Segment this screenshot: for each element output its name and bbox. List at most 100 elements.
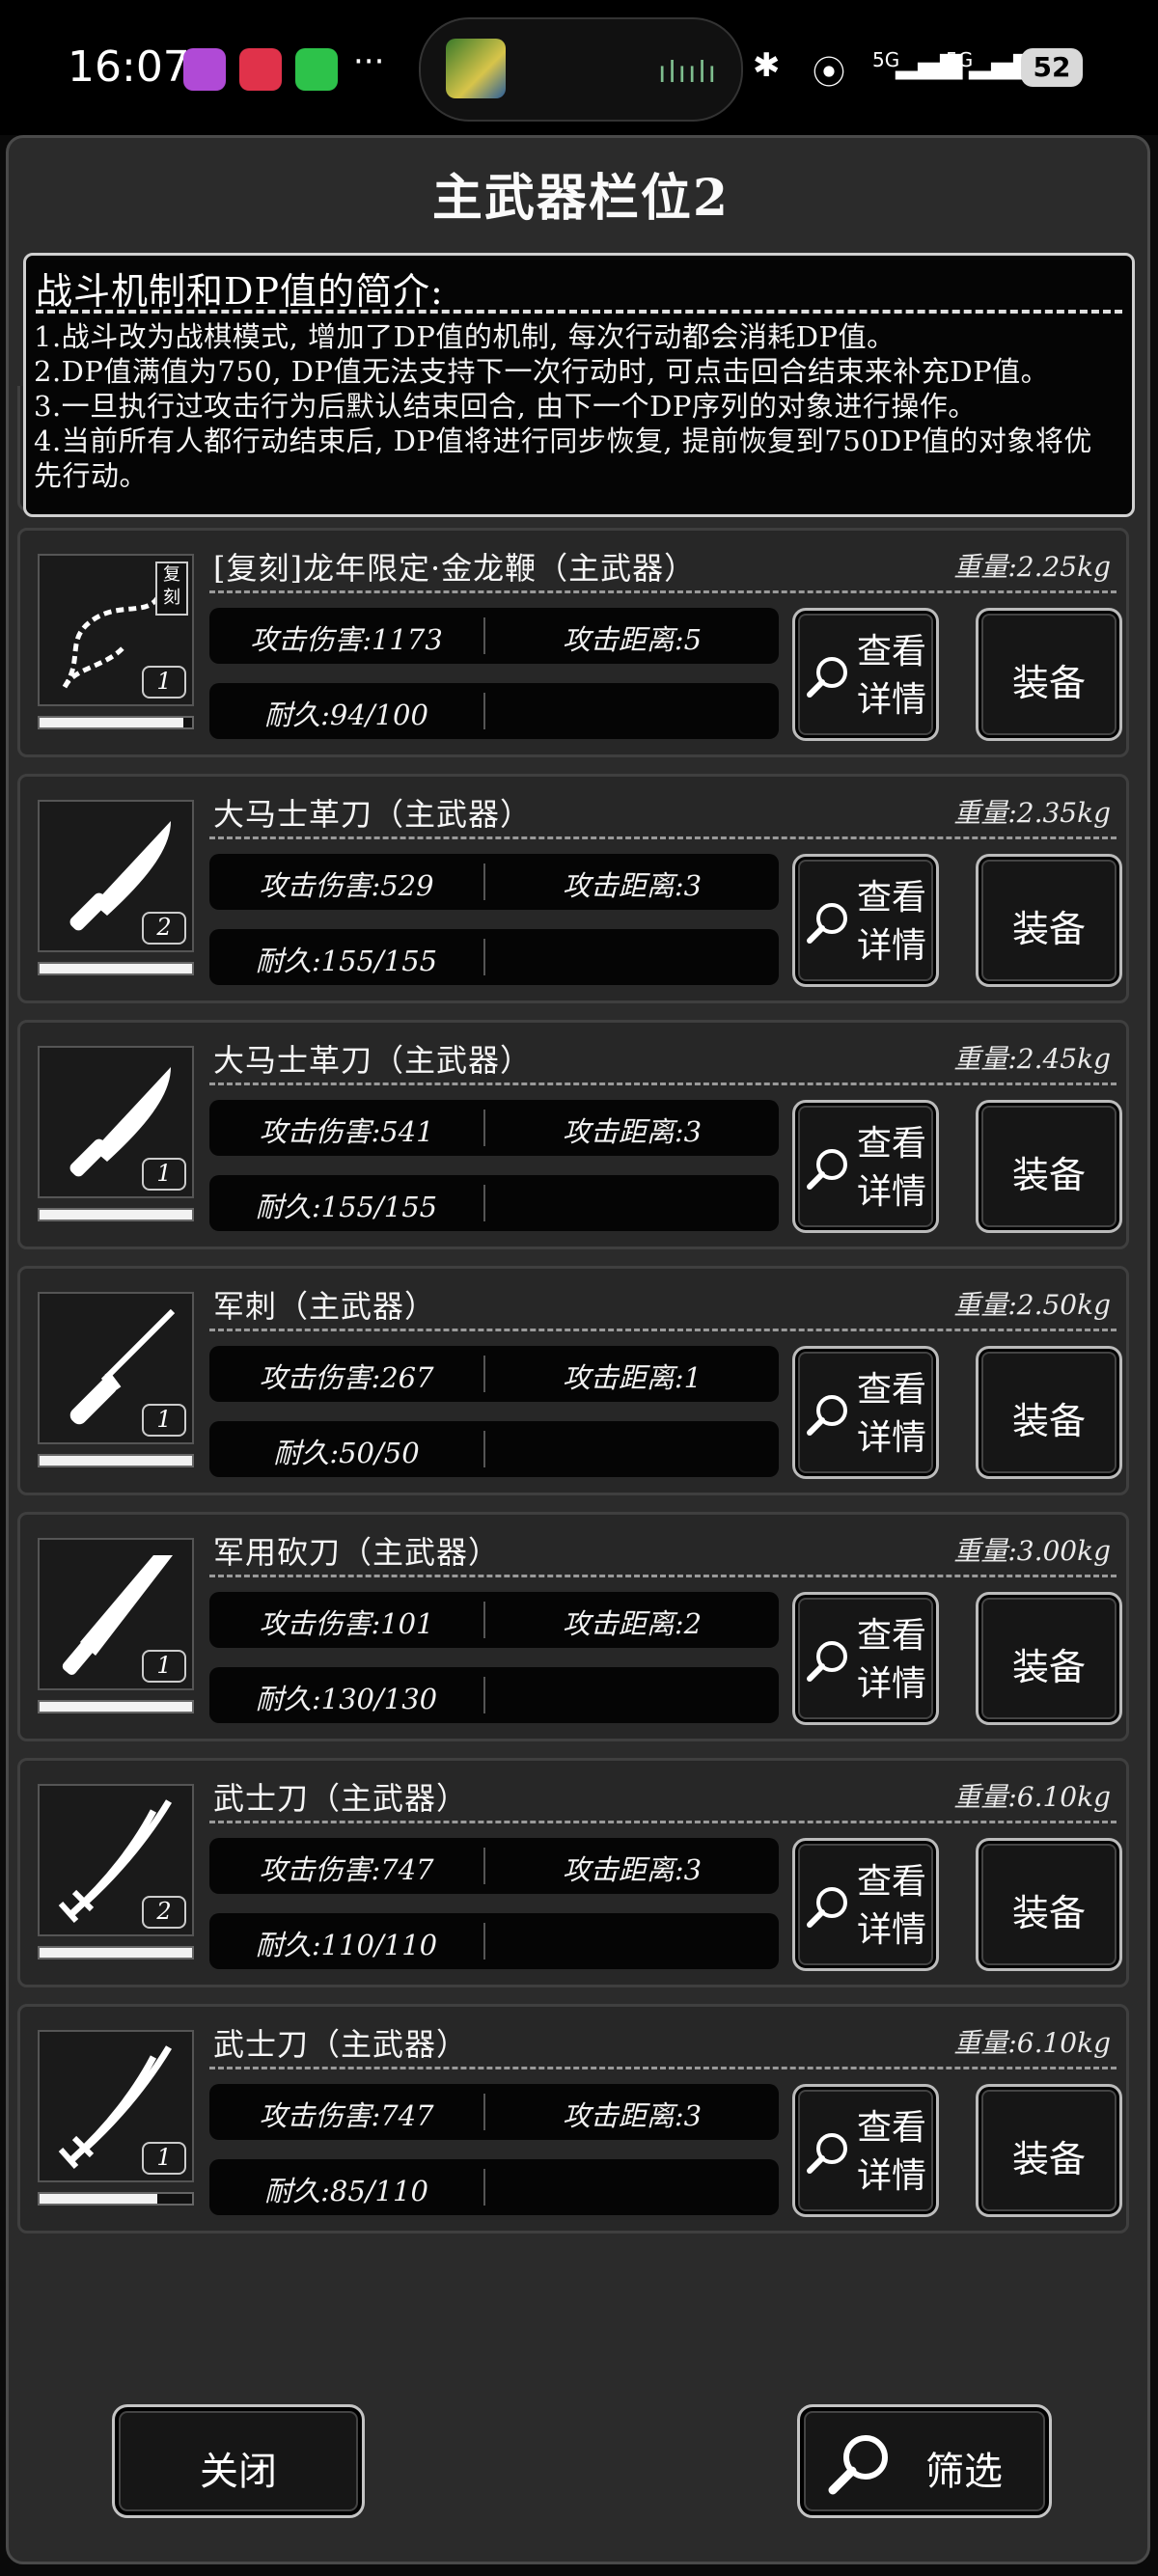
weapon-card[interactable]: 复刻 1 [复刻]龙年限定·金龙鞭（主武器） 重量:2.25kg 攻击伤害:11… (17, 528, 1129, 757)
weibo-app-icon (239, 48, 282, 91)
weapon-thumbnail[interactable]: 1 (38, 1292, 194, 1444)
info-line: 4.当前所有人都行动结束后, DP值将进行同步恢复, 提前恢复到750DP值的对… (34, 425, 1092, 492)
search-icon (807, 903, 847, 944)
view-details-label: 查看详情 (851, 628, 932, 725)
durability-value: 耐久:110/110 (255, 1929, 438, 1961)
weapon-name: 武士刀（主武器） (213, 2026, 469, 2063)
view-details-line: 详情 (856, 1172, 926, 1212)
wechat-app-icon (295, 48, 338, 91)
separator (483, 693, 485, 729)
view-details-button[interactable]: 查看详情 (792, 608, 939, 741)
search-icon (828, 2435, 888, 2495)
durability-bar (38, 1700, 194, 1713)
filter-button[interactable]: 筛选 (797, 2404, 1052, 2518)
game-thumbnail (446, 39, 506, 98)
durability-value: 耐久:50/50 (273, 1437, 420, 1469)
view-details-line: 详情 (856, 926, 926, 966)
weapon-thumbnail[interactable]: 2 (38, 800, 194, 952)
attack-range: 攻击距离:5 (562, 623, 703, 656)
weapon-name: [复刻]龙年限定·金龙鞭（主武器） (213, 550, 697, 587)
view-details-button[interactable]: 查看详情 (792, 1100, 939, 1233)
equip-label: 装备 (1011, 908, 1086, 950)
view-details-button[interactable]: 查看详情 (792, 1838, 939, 1971)
view-details-line: 详情 (856, 2156, 926, 2196)
durability-value: 耐久:155/155 (255, 1191, 438, 1223)
durability-fill (40, 1456, 192, 1466)
weapon-thumbnail[interactable]: 2 (38, 1784, 194, 1936)
equip-button[interactable]: 装备 (976, 1838, 1122, 1971)
attack-range: 攻击距离:3 (562, 869, 703, 902)
divider (209, 1082, 1117, 1085)
attack-damage: 攻击伤害:267 (259, 1361, 434, 1394)
durability-fill (40, 1948, 192, 1958)
equip-button[interactable]: 装备 (976, 1346, 1122, 1479)
weapon-card[interactable]: 2 武士刀（主武器） 重量:6.10kg 攻击伤害:747 攻击距离:3 耐久:… (17, 1758, 1129, 1987)
view-details-line: 查看 (856, 878, 926, 918)
weapon-card[interactable]: 1 军用砍刀（主武器） 重量:3.00kg 攻击伤害:101 攻击距离:2 耐久… (17, 1512, 1129, 1741)
weapon-list[interactable]: 1 攻击伤害:1486 攻击距离:5 耐久:175/175 查看详情 装备 复刻 (17, 386, 1137, 2364)
divider (209, 2067, 1117, 2069)
durability-value: 耐久:85/110 (264, 2175, 428, 2207)
equip-label: 装备 (1011, 1646, 1086, 1688)
equip-label: 装备 (1011, 662, 1086, 704)
view-details-button[interactable]: 查看详情 (792, 1346, 939, 1479)
weapon-thumbnail[interactable]: 复刻 1 (38, 554, 194, 706)
info-line: 1.战斗改为战棋模式, 增加了DP值的机制, 每次行动都会消耗DP值。 (34, 320, 896, 353)
close-label: 关闭 (200, 2450, 277, 2494)
clock: 16:07 (68, 42, 190, 92)
weapon-name: 大马士革刀（主武器） (213, 796, 533, 833)
durability-fill (40, 1210, 192, 1219)
weapon-weight: 重量:6.10kg (953, 2027, 1111, 2059)
info-line: 3.一旦执行过攻击行为后默认结束回合, 由下一个DP序列的对象进行操作。 (34, 390, 977, 423)
weapon-card[interactable]: 1 大马士革刀（主武器） 重量:2.45kg 攻击伤害:541 攻击距离:3 耐… (17, 1020, 1129, 1249)
more-dots-icon: ··· (353, 42, 385, 81)
search-icon (807, 1395, 847, 1436)
durability-box: 耐久:110/110 (209, 1913, 779, 1969)
weapon-thumbnail[interactable]: 1 (38, 2030, 194, 2182)
divider (209, 836, 1117, 839)
equip-button[interactable]: 装备 (976, 1100, 1122, 1233)
separator (483, 2169, 485, 2206)
stats-box: 攻击伤害:747 攻击距离:3 (209, 2084, 779, 2140)
attack-damage: 攻击伤害:747 (259, 1853, 434, 1886)
divider (209, 1329, 1117, 1331)
weapon-thumbnail[interactable]: 1 (38, 1046, 194, 1198)
durability-value: 耐久:155/155 (255, 945, 438, 977)
stats-box: 攻击伤害:101 攻击距离:2 (209, 1592, 779, 1648)
footer-bar: 关闭 筛选 (10, 2354, 1146, 2547)
weapon-thumbnail[interactable]: 1 (38, 1538, 194, 1690)
view-details-line: 查看 (856, 1616, 926, 1656)
view-details-line: 查看 (856, 1370, 926, 1410)
weapon-card[interactable]: 1 军刺（主武器） 重量:2.50kg 攻击伤害:267 攻击距离:1 耐久:5… (17, 1266, 1129, 1495)
view-details-button[interactable]: 查看详情 (792, 1592, 939, 1725)
close-button[interactable]: 关闭 (112, 2404, 365, 2518)
view-details-line: 详情 (856, 1664, 926, 1704)
view-details-line: 详情 (856, 680, 926, 720)
search-icon (807, 1887, 847, 1928)
view-details-line: 查看 (856, 632, 926, 671)
equip-label: 装备 (1011, 1400, 1086, 1442)
stats-box: 攻击伤害:1173 攻击距离:5 (209, 608, 779, 664)
equip-button[interactable]: 装备 (976, 1592, 1122, 1725)
equip-button[interactable]: 装备 (976, 854, 1122, 987)
quantity-badge: 1 (142, 666, 186, 699)
weapon-card[interactable]: 1 武士刀（主武器） 重量:6.10kg 攻击伤害:747 攻击距离:3 耐久:… (17, 2004, 1129, 2233)
separator (483, 1185, 485, 1221)
attack-range: 攻击距离:3 (562, 1853, 703, 1886)
view-details-button[interactable]: 查看详情 (792, 854, 939, 987)
weapon-name: 武士刀（主武器） (213, 1780, 469, 1817)
combat-info-popup[interactable]: 战斗机制和DP值的简介: 1.战斗改为战棋模式, 增加了DP值的机制, 每次行动… (23, 253, 1135, 517)
durability-box: 耐久:155/155 (209, 929, 779, 985)
weapon-weight: 重量:2.35kg (953, 797, 1111, 829)
dynamic-island[interactable]: ılıılı (419, 17, 743, 122)
equip-button[interactable]: 装备 (976, 608, 1122, 741)
view-details-button[interactable]: 查看详情 (792, 2084, 939, 2217)
weapon-card[interactable]: 2 大马士革刀（主武器） 重量:2.35kg 攻击伤害:529 攻击距离:3 耐… (17, 774, 1129, 1003)
attack-damage: 攻击伤害:541 (259, 1115, 434, 1148)
attack-damage: 攻击伤害:101 (259, 1607, 434, 1640)
view-details-line: 查看 (856, 2108, 926, 2148)
view-details-line: 详情 (856, 1910, 926, 1950)
quantity-badge: 1 (142, 1404, 186, 1437)
equip-button[interactable]: 装备 (976, 2084, 1122, 2217)
attack-damage: 攻击伤害:1173 (250, 623, 443, 656)
